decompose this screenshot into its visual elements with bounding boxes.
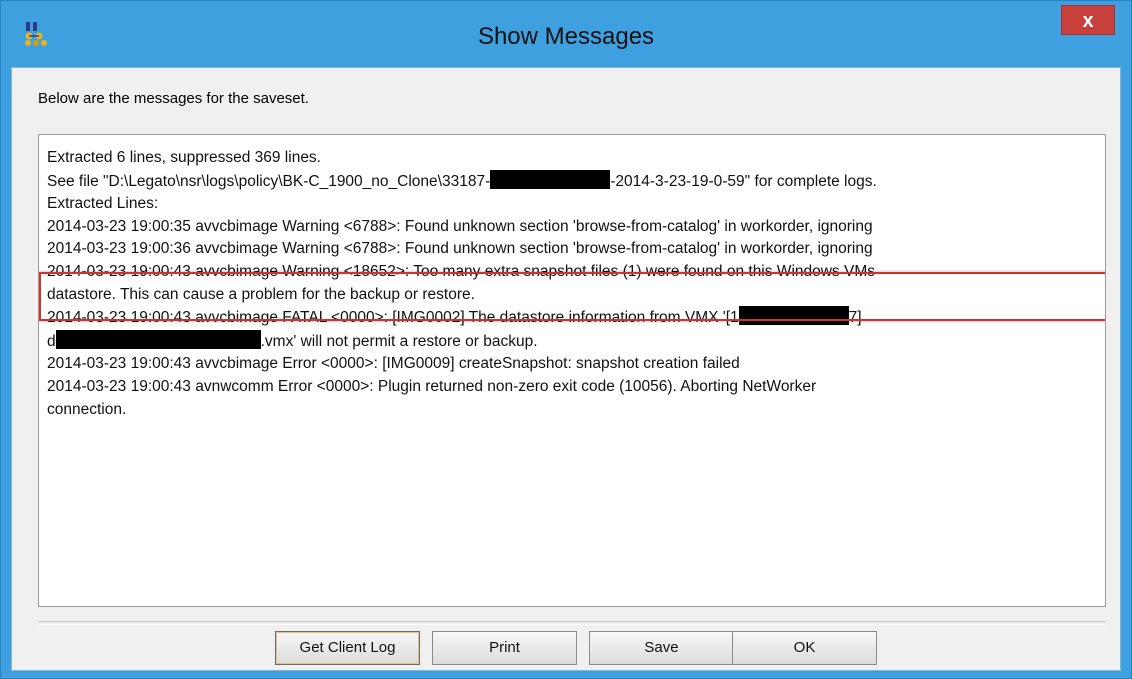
print-button[interactable]: Print — [432, 631, 577, 665]
redaction-block — [490, 169, 611, 189]
message-line: Extracted 6 lines, suppressed 369 lines. — [47, 149, 321, 166]
dialog-body: Below are the messages for the saveset. … — [11, 67, 1121, 671]
message-text: .vmx' will not permit a restore or backu… — [260, 332, 538, 350]
message-line: connection. — [47, 400, 127, 418]
ok-button[interactable]: OK — [732, 631, 877, 665]
message-line: datastore. This can cause a problem for … — [47, 285, 475, 303]
message-text: 2014-03-23 19:00:43 avvcbimage FATAL <00… — [47, 309, 739, 327]
message-line: 2014-03-23 19:00:43 avvcbimage Warning <… — [47, 262, 875, 280]
redaction-block — [738, 306, 849, 326]
intro-text: Below are the messages for the saveset. — [38, 90, 309, 107]
message-text: 7] — [848, 309, 862, 327]
messages-text-area[interactable]: Extracted 6 lines, suppressed 369 lines.… — [38, 134, 1106, 607]
message-line: 2014-03-23 19:00:43 avvcbimage Error <00… — [47, 355, 740, 373]
message-line: 2014-03-23 19:00:43 avvcbimage FATAL <00… — [47, 306, 1097, 330]
redaction-block — [55, 329, 261, 349]
window-title: Show Messages — [477, 23, 655, 50]
message-line: 2014-03-23 19:00:35 avvcbimage Warning <… — [47, 217, 873, 235]
save-button[interactable]: Save — [589, 631, 734, 665]
message-text: d — [47, 332, 56, 350]
message-line: d .vmx' will not permit a restore or back… — [47, 329, 1097, 354]
message-text: -2014-3-23-19-0-59" for complete logs. — [610, 172, 877, 190]
separator — [38, 621, 1106, 625]
message-line: 2014-03-23 19:00:36 avvcbimage Warning <… — [47, 240, 873, 258]
show-messages-window: Show Messages x Below are the messages f… — [0, 0, 1132, 679]
close-button[interactable]: x — [1061, 5, 1115, 35]
message-line: Extracted Lines: — [47, 195, 159, 213]
message-line: 2014-03-23 19:00:43 avnwcomm Error <0000… — [47, 377, 817, 395]
message-line: See file "D:\Legato\nsr\logs\policy\BK-C… — [47, 169, 1097, 194]
get-client-log-button[interactable]: Get Client Log — [275, 631, 420, 665]
message-text: See file "D:\Legato\nsr\logs\policy\BK-C… — [47, 172, 491, 190]
